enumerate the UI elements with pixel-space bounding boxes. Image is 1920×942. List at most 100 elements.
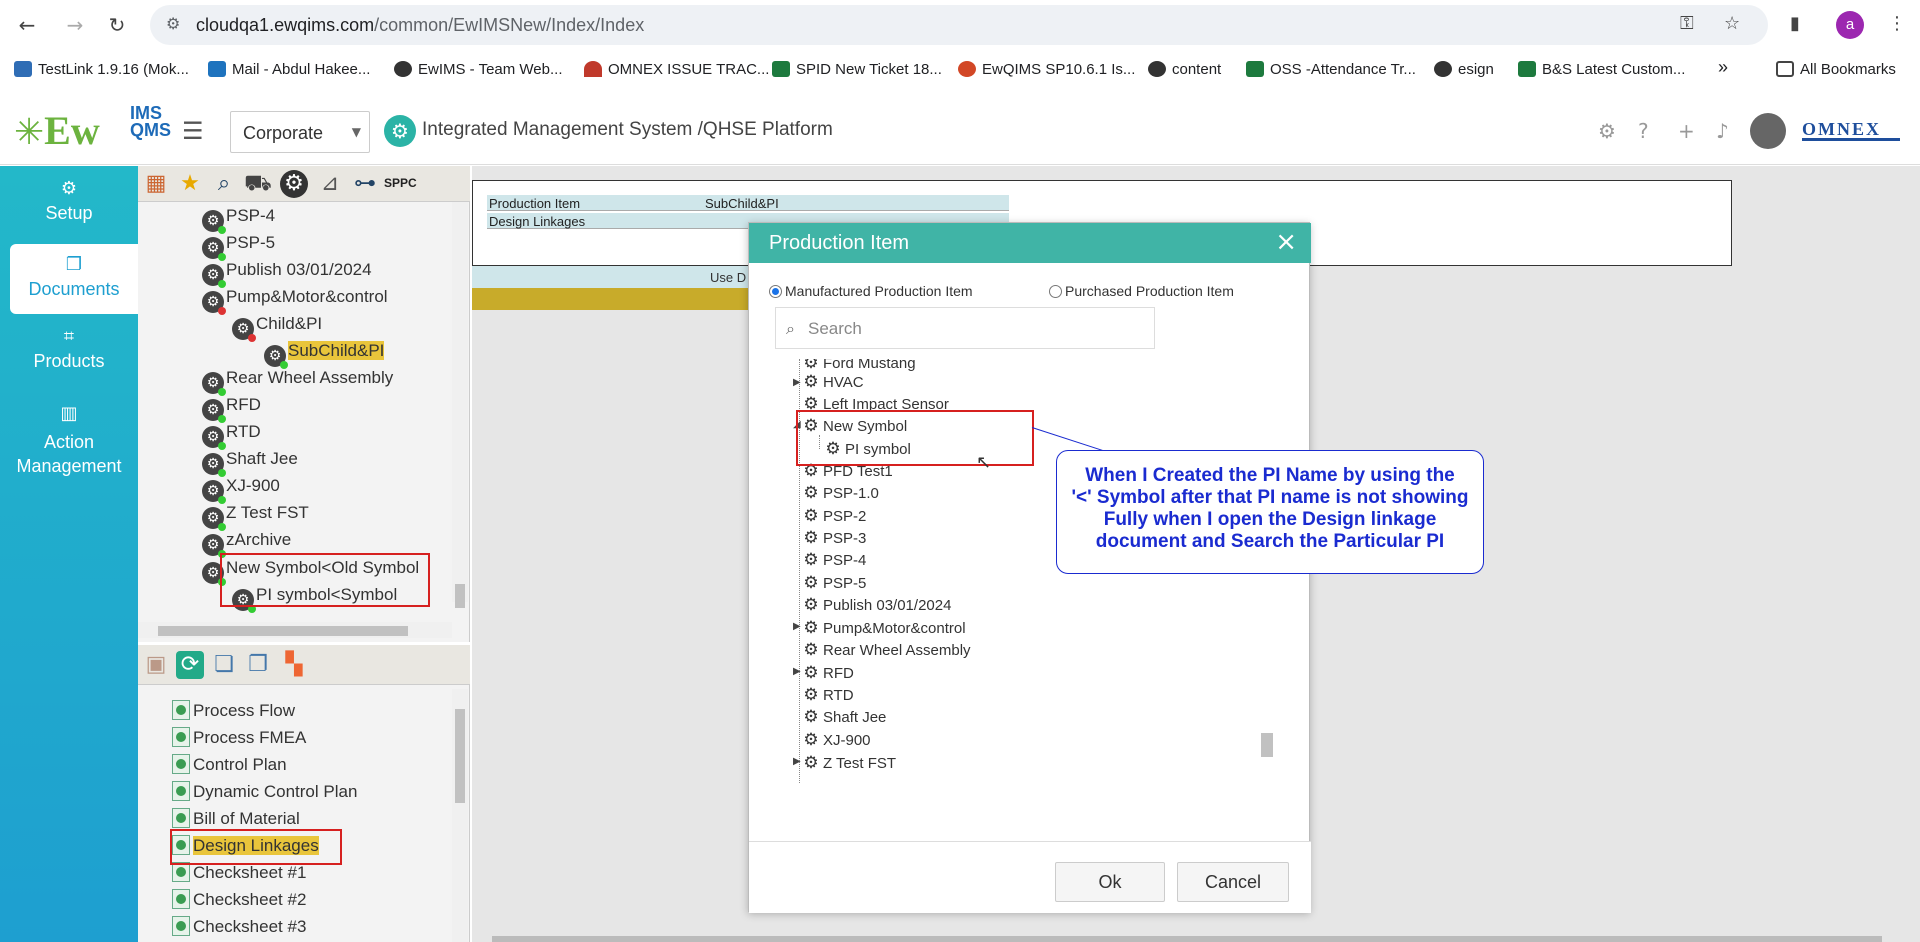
flow-icon[interactable]: ⊶ xyxy=(350,170,380,198)
search-icon[interactable]: ⌕ xyxy=(210,170,238,198)
tree-item[interactable]: ⚙ PSP-4 xyxy=(202,206,275,234)
modal-tree-item[interactable]: ⚙ RTD xyxy=(801,685,853,705)
grid-row[interactable]: Production Item SubChild&PI xyxy=(487,195,1009,211)
settings-gear-icon[interactable]: ⚙ xyxy=(1598,119,1616,143)
tree-item[interactable]: ⚙ XJ-900 xyxy=(202,476,280,504)
cart-icon[interactable]: ⛟ xyxy=(244,170,272,198)
modal-tree-item[interactable]: ⚙ PSP-5 xyxy=(801,573,866,593)
bookmark-item[interactable]: TestLink 1.9.16 (Mok... xyxy=(14,61,189,78)
modal-tree-item[interactable]: ⚙ Ford Mustang xyxy=(801,359,915,373)
linked-docs-icon[interactable]: ❏ xyxy=(210,651,238,679)
drafting-icon[interactable]: ⊿ xyxy=(316,170,344,198)
bookmark-item[interactable]: content xyxy=(1148,61,1221,78)
modal-tree-item[interactable]: ⚙ Publish 03/01/2024 xyxy=(801,595,951,615)
sppc-button[interactable]: SPPC xyxy=(384,176,417,190)
radio-purchased[interactable]: Purchased Production Item xyxy=(1049,283,1234,299)
checklist-icon[interactable]: ▦ xyxy=(142,170,170,198)
copies-icon[interactable]: ❐ xyxy=(244,651,272,679)
bookmark-item[interactable]: B&S Latest Custom... xyxy=(1518,61,1685,78)
tree-item-selected[interactable]: ⚙ SubChild&PI xyxy=(264,341,385,369)
close-icon[interactable]: × xyxy=(1275,227,1297,257)
grid-colors-icon[interactable]: ▚ xyxy=(280,651,308,679)
modal-tree-item[interactable]: ⚙ Rear Wheel Assembly xyxy=(801,640,970,660)
profile-avatar[interactable]: a xyxy=(1836,11,1864,39)
document-cycle-icon[interactable]: ⟳ xyxy=(176,651,204,679)
expand-icon[interactable]: ▶ xyxy=(793,377,801,388)
doc-tree-item[interactable]: Dynamic Control Plan xyxy=(172,781,357,802)
cancel-button[interactable]: Cancel xyxy=(1177,862,1289,902)
modal-tree-item[interactable]: ⚙ PSP-4 xyxy=(801,550,866,570)
doc-tree-item[interactable]: Checksheet #2 xyxy=(172,889,306,910)
main-horizontal-scrollbar[interactable] xyxy=(492,936,1882,942)
modal-tree-item[interactable]: ⚙ RFD xyxy=(801,663,853,683)
address-bar[interactable]: ⚙ cloudqa1.ewqims.com/common/EwIMSNew/In… xyxy=(150,5,1768,45)
modal-tree-item[interactable]: ⚙ XJ-900 xyxy=(801,730,870,750)
expand-icon[interactable]: ▶ xyxy=(793,756,801,767)
bookmarks-more-button[interactable]: » xyxy=(1718,57,1728,78)
nav-documents[interactable]: ❐ Documents xyxy=(10,244,138,314)
tree-item[interactable]: ⚙ Pump&Motor&control xyxy=(202,287,388,315)
ewims-logo[interactable]: ✳Ew xyxy=(14,107,100,154)
tree-item[interactable]: ⚙ Shaft Jee xyxy=(202,449,298,477)
site-select[interactable]: Corporate ▼ xyxy=(230,111,370,153)
expand-icon[interactable]: ▶ xyxy=(793,666,801,677)
expand-icon[interactable]: ▶ xyxy=(793,621,801,632)
tree-item[interactable]: ⚙ PSP-5 xyxy=(202,233,275,261)
help-icon[interactable]: ? xyxy=(1638,119,1649,143)
tree-item[interactable]: ⚙ RTD xyxy=(202,422,261,450)
bookmark-item[interactable]: EwIMS - Team Web... xyxy=(394,61,563,78)
radio-manufactured[interactable]: Manufactured Production Item xyxy=(769,283,973,299)
modal-tree-item[interactable]: ⚙ PSP-2 xyxy=(801,506,866,526)
tree-item[interactable]: ⚙ Rear Wheel Assembly xyxy=(202,368,393,396)
modal-tree-item[interactable]: ⚙ Shaft Jee xyxy=(801,707,886,727)
forward-icon[interactable]: → xyxy=(60,10,90,40)
side-panel-icon[interactable]: ▮ xyxy=(1790,13,1800,34)
user-avatar[interactable] xyxy=(1750,113,1786,149)
tree-horizontal-scrollbar[interactable] xyxy=(138,622,452,638)
reload-icon[interactable]: ↻ xyxy=(102,10,132,40)
bookmark-item[interactable]: esign xyxy=(1434,61,1494,78)
scroll-thumb[interactable] xyxy=(158,626,408,636)
tree-item[interactable]: ⚙ Publish 03/01/2024 xyxy=(202,260,372,288)
site-info-icon[interactable]: ⚙ xyxy=(166,14,180,33)
bookmark-item[interactable]: Mail - Abdul Hakee... xyxy=(208,61,370,78)
doc-vertical-scrollbar[interactable] xyxy=(452,689,468,942)
bookmark-item[interactable]: OSS -Attendance Tr... xyxy=(1246,61,1416,78)
scroll-thumb[interactable] xyxy=(455,584,465,608)
bookmark-item[interactable]: OMNEX ISSUE TRAC... xyxy=(584,61,769,78)
nav-action-management[interactable]: ▥ Action Management xyxy=(0,402,138,482)
modal-tree-item[interactable]: ⚙ Pump&Motor&control xyxy=(801,618,965,638)
modal-tree-item[interactable]: ⚙ HVAC xyxy=(801,372,863,392)
star-icon[interactable]: ★ xyxy=(176,170,204,198)
doc-tree-item[interactable]: Control Plan xyxy=(172,754,287,775)
doc-tree-item[interactable]: Process FMEA xyxy=(172,727,306,748)
scroll-thumb[interactable] xyxy=(455,709,465,803)
doc-tree-item[interactable]: Checksheet #3 xyxy=(172,916,306,937)
back-icon[interactable]: ← xyxy=(12,10,42,40)
add-icon[interactable]: + xyxy=(1678,119,1695,143)
modal-tree-item[interactable]: ⚙ PSP-3 xyxy=(801,528,866,548)
bookmark-star-icon[interactable]: ☆ xyxy=(1724,13,1740,34)
bookmark-item[interactable]: SPID New Ticket 18... xyxy=(772,61,942,78)
ok-button[interactable]: Ok xyxy=(1055,862,1165,902)
folder-doc-icon[interactable]: ▣ xyxy=(142,651,170,679)
password-key-icon[interactable]: ⚿ xyxy=(1680,13,1694,34)
nav-products[interactable]: ⌗ Products xyxy=(0,326,138,388)
tree-item[interactable]: ⚙ Z Test FST xyxy=(202,503,309,531)
tree-item[interactable]: ⚙ RFD xyxy=(202,395,261,423)
browser-menu-icon[interactable]: ⋮ xyxy=(1888,13,1906,34)
bookmark-item[interactable]: EwQIMS SP10.6.1 Is... xyxy=(958,61,1135,78)
doc-tree-item[interactable]: Process Flow xyxy=(172,700,295,721)
tree-item[interactable]: ⚙ Child&PI xyxy=(232,314,322,342)
tree-vertical-scrollbar[interactable] xyxy=(452,202,468,608)
hamburger-menu-icon[interactable]: ☰ xyxy=(182,117,204,145)
all-bookmarks-button[interactable]: All Bookmarks xyxy=(1776,61,1896,78)
bell-icon[interactable]: ♪ xyxy=(1716,119,1729,143)
scroll-thumb[interactable] xyxy=(1261,733,1273,757)
nav-setup[interactable]: ⚙ Setup xyxy=(0,178,138,240)
modal-tree-item[interactable]: ⚙ PSP-1.0 xyxy=(801,483,879,503)
search-input[interactable] xyxy=(808,316,1138,342)
gear-wheel-icon[interactable]: ⚙ xyxy=(280,170,308,198)
doc-tree-item[interactable]: Checksheet #1 xyxy=(172,862,306,883)
doc-tree-item[interactable]: Bill of Material xyxy=(172,808,300,829)
